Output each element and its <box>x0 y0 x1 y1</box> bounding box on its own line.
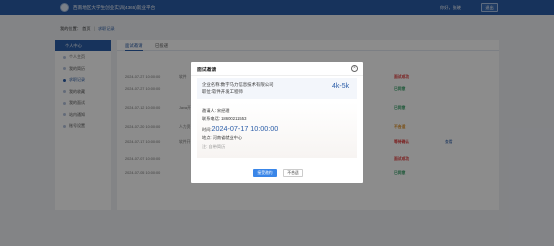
position-name: 软件开发工程师 <box>212 89 243 94</box>
phone-number: 18600211553 <box>221 116 247 121</box>
position-label: 职位: <box>202 89 213 94</box>
time-label: 时间: <box>202 127 212 132</box>
note-text: 自带简历 <box>208 144 226 149</box>
company-line: 企业名称:数字马力信息技术有限公司 <box>202 82 274 88</box>
time-line: 时间:2024-07-17 10:00:00 <box>202 124 278 133</box>
decline-invite-button[interactable]: 不合适 <box>283 169 303 177</box>
phone-label: 联系电话: <box>202 116 220 121</box>
place-line: 地点: 河南省就业中心 <box>202 135 242 141</box>
note-label: 注: <box>202 144 208 149</box>
place-label: 地点: <box>202 135 212 140</box>
inviter-name: 宋经理 <box>216 108 230 113</box>
inviter-label: 邀请人: <box>202 108 216 113</box>
dialog-title: 面试邀请 <box>197 68 217 73</box>
job-summary-card: 企业名称:数字马力信息技术有限公司 职位:软件开发工程师 4k-5k <box>197 78 357 99</box>
close-icon[interactable]: × <box>351 65 358 72</box>
company-name: 数字马力信息技术有限公司 <box>220 82 274 87</box>
accept-invite-button[interactable]: 接受邀约 <box>253 169 277 177</box>
invite-details-card: 邀请人: 宋经理 联系电话: 18600211553 时间:2024-07-17… <box>197 102 357 158</box>
interview-time: 2024-07-17 10:00:00 <box>211 124 279 133</box>
interview-place: 河南省就业中心 <box>212 135 243 140</box>
company-label: 企业名称: <box>202 82 221 87</box>
inviter-line: 邀请人: 宋经理 <box>202 108 229 114</box>
position-line: 职位:软件开发工程师 <box>202 89 243 95</box>
note-line: 注: 自带简历 <box>202 144 225 150</box>
salary-range: 4k-5k <box>332 83 350 90</box>
dialog-divider <box>191 75 363 76</box>
interview-invite-dialog: 面试邀请 × 企业名称:数字马力信息技术有限公司 职位:软件开发工程师 4k-5… <box>191 62 363 183</box>
phone-line: 联系电话: 18600211553 <box>202 116 246 122</box>
